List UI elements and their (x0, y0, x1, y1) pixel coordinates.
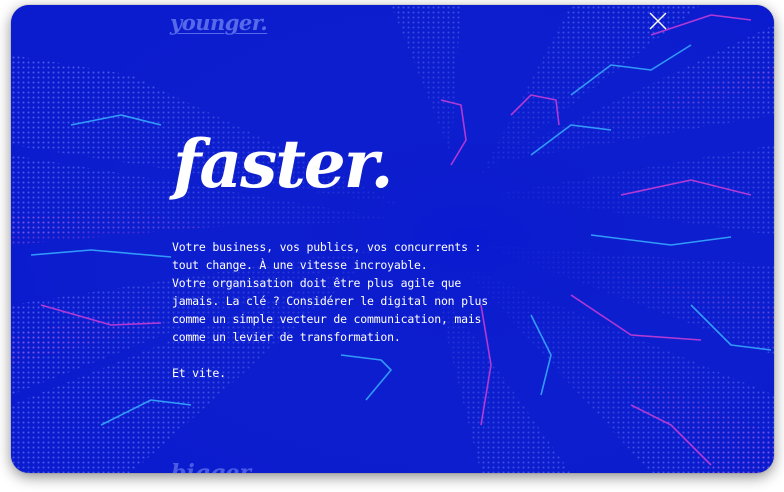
brand-wordmark-top[interactable]: younger. (170, 10, 268, 35)
hero-body-line: Votre business, vos publics, vos concurr… (172, 240, 482, 254)
hero-body-line: tout change. À une vitesse incroyable. (172, 258, 428, 272)
hero-body-line: comme un simple vecteur de communication… (172, 312, 482, 326)
close-button[interactable] (648, 11, 668, 31)
hero-body: Votre business, vos publics, vos concurr… (172, 238, 492, 382)
close-icon (649, 12, 667, 30)
app-window: younger. faster. Votre business, vos pub… (11, 5, 774, 473)
hero-title: faster. (173, 125, 393, 203)
brand-wordmark-bottom[interactable]: bigger. (171, 460, 257, 473)
hero-signoff: Et vite. (172, 366, 226, 380)
hero-body-line: jamais. La clé ? Considérer le digital n… (172, 294, 489, 308)
hero-body-line: Votre organisation doit être plus agile … (172, 276, 462, 290)
hero-body-line: comme un levier de transformation. (172, 330, 401, 344)
